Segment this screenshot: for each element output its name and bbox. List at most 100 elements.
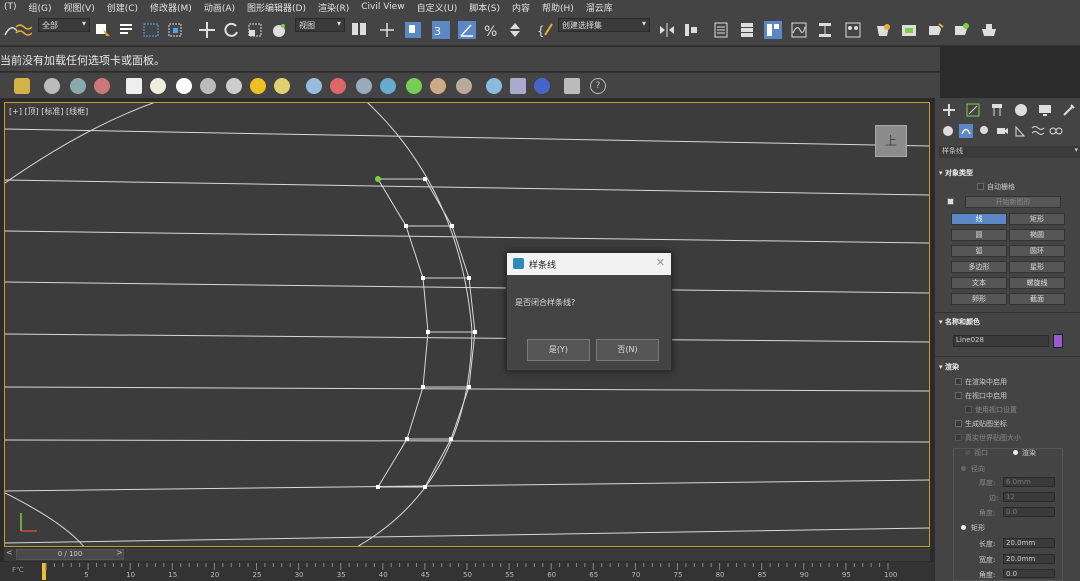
toggle-ribbon-icon[interactable] bbox=[738, 21, 756, 39]
rotate-icon[interactable] bbox=[222, 21, 240, 39]
circle-button[interactable]: 圆 bbox=[951, 229, 1007, 241]
hierarchy-tab-icon[interactable] bbox=[989, 102, 1005, 118]
pivot-center-icon[interactable] bbox=[350, 21, 368, 39]
place-icon[interactable] bbox=[270, 21, 288, 39]
spinner-snap-icon[interactable] bbox=[506, 21, 524, 39]
schematic-view-icon[interactable] bbox=[816, 21, 834, 39]
star-button[interactable]: 星形 bbox=[1009, 261, 1065, 273]
help-icon[interactable]: ? bbox=[590, 78, 606, 94]
select-manipulate-icon[interactable] bbox=[378, 21, 396, 39]
autodesk-a360-icon[interactable] bbox=[980, 21, 998, 39]
object-type-rollout[interactable]: ▾ 对象类型 bbox=[939, 168, 973, 178]
viewport-label-menu[interactable]: [+] [顶] [标准] [线框] bbox=[9, 106, 88, 117]
render-radio[interactable] bbox=[1013, 450, 1018, 455]
scale-icon[interactable] bbox=[246, 21, 264, 39]
scene-explorer-icon[interactable] bbox=[764, 21, 782, 39]
rectangular-radio[interactable] bbox=[961, 525, 966, 530]
bind-spacewarp-icon[interactable] bbox=[14, 21, 33, 39]
menu-item[interactable]: 自定义(U) bbox=[413, 1, 466, 14]
percent-snap-icon[interactable]: % bbox=[482, 21, 500, 40]
edit-named-selection-icon[interactable]: { bbox=[536, 21, 554, 39]
line-button[interactable]: 线 bbox=[951, 213, 1007, 225]
track-bar[interactable]: F℃ 5 10 15 20 25 30 35 40 45 50 55 60 65 70 75 80 85 90 95… bbox=[0, 562, 940, 581]
modify-tab-icon[interactable] bbox=[965, 102, 981, 118]
geometry-icon[interactable] bbox=[941, 124, 955, 138]
menu-item[interactable]: 脚本(S) bbox=[465, 1, 508, 14]
enable-in-viewport-checkbox[interactable] bbox=[955, 392, 962, 399]
menu-item[interactable]: (T) bbox=[0, 2, 25, 12]
mirror-icon[interactable] bbox=[658, 21, 676, 39]
length-input[interactable]: 20.0mm bbox=[1003, 538, 1055, 548]
lights-cp-icon[interactable] bbox=[977, 124, 991, 138]
menu-item[interactable]: 修改器(M) bbox=[146, 1, 200, 14]
ellipse-button[interactable]: 椭圆 bbox=[1009, 229, 1065, 241]
sphere-icon[interactable] bbox=[176, 78, 192, 94]
snap-3d-icon[interactable]: 3 bbox=[432, 21, 450, 39]
particles-icon[interactable] bbox=[306, 78, 322, 94]
menu-item[interactable]: 溜云库 bbox=[582, 1, 621, 14]
menu-item[interactable]: 内容 bbox=[508, 1, 538, 14]
time-slider[interactable]: 0 / 100 bbox=[16, 549, 124, 560]
real-world-size-checkbox[interactable] bbox=[955, 434, 962, 441]
next-frame-icon[interactable]: > bbox=[116, 548, 123, 557]
start-new-shape-checkbox[interactable] bbox=[947, 198, 954, 205]
object-color-swatch[interactable] bbox=[1053, 334, 1063, 348]
align-icon[interactable] bbox=[682, 21, 700, 39]
top-viewport[interactable]: [+] [顶] [标准] [线框] 上 bbox=[4, 102, 930, 547]
plane-icon[interactable] bbox=[126, 78, 142, 94]
menu-item[interactable]: 视图(V) bbox=[60, 1, 103, 14]
display-tab-icon[interactable] bbox=[1037, 102, 1053, 118]
start-new-shape-button[interactable]: 开始新图形 bbox=[965, 196, 1061, 208]
text-button[interactable]: 文本 bbox=[951, 277, 1007, 289]
cylinder-icon[interactable] bbox=[200, 78, 216, 94]
ngon-button[interactable]: 多边形 bbox=[951, 261, 1007, 273]
viewport-radio[interactable] bbox=[965, 450, 970, 455]
dynamics-icon[interactable] bbox=[330, 78, 346, 94]
keyboard-shortcut-icon[interactable] bbox=[404, 21, 422, 39]
fluid-icon[interactable] bbox=[380, 78, 396, 94]
spacewarps-cp-icon[interactable] bbox=[1031, 124, 1045, 138]
time-slider-track[interactable]: < 0 / 100 > bbox=[4, 548, 930, 561]
use-viewport-settings-checkbox[interactable] bbox=[965, 406, 972, 413]
lights-icon[interactable] bbox=[44, 78, 60, 94]
systems-cp-icon[interactable] bbox=[1049, 124, 1063, 138]
menu-item[interactable]: 动画(A) bbox=[200, 1, 243, 14]
shape-category-dropdown[interactable]: 样条线 ▾ bbox=[939, 146, 1080, 158]
viewcube[interactable]: 上 bbox=[875, 125, 907, 157]
container-icon[interactable] bbox=[14, 78, 30, 94]
angle-snap-icon[interactable] bbox=[458, 21, 476, 39]
rendered-frame-icon[interactable] bbox=[900, 21, 918, 39]
proxy-icon[interactable] bbox=[456, 78, 472, 94]
menu-item[interactable]: Civil View bbox=[357, 2, 412, 12]
generate-mapping-checkbox[interactable] bbox=[955, 420, 962, 427]
material-editor-icon[interactable] bbox=[844, 21, 862, 39]
rect-selection-icon[interactable] bbox=[142, 21, 160, 39]
cameras-icon[interactable] bbox=[70, 78, 86, 94]
helpers-icon[interactable] bbox=[94, 78, 110, 94]
render-production-icon[interactable] bbox=[926, 21, 944, 39]
skylight-icon[interactable] bbox=[274, 78, 290, 94]
utilities-tab-icon[interactable] bbox=[1061, 102, 1077, 118]
donut-button[interactable]: 圆环 bbox=[1009, 245, 1065, 257]
menu-item[interactable]: 组(G) bbox=[25, 1, 60, 14]
selection-filter-dropdown[interactable]: 全部 ▾ bbox=[38, 18, 90, 32]
menu-item[interactable]: 图形编辑器(D) bbox=[243, 1, 314, 14]
radial-radio[interactable] bbox=[961, 466, 966, 471]
material-sphere-icon[interactable] bbox=[486, 78, 502, 94]
cone-icon[interactable] bbox=[226, 78, 242, 94]
yes-button[interactable]: 是(Y) bbox=[527, 339, 590, 361]
menu-item[interactable]: 创建(C) bbox=[103, 1, 146, 14]
arc-button[interactable]: 弧 bbox=[951, 245, 1007, 257]
file-icon[interactable] bbox=[564, 78, 580, 94]
sun-icon[interactable] bbox=[250, 78, 266, 94]
angle2-input[interactable]: 0.0 bbox=[1003, 569, 1055, 578]
render-setup-icon[interactable] bbox=[874, 21, 892, 39]
reference-coord-dropdown[interactable]: 视图 ▾ bbox=[295, 18, 345, 32]
fur-icon[interactable] bbox=[430, 78, 446, 94]
select-by-name-icon[interactable] bbox=[118, 21, 136, 39]
rectangle-button[interactable]: 矩形 bbox=[1009, 213, 1065, 225]
render-element-icon[interactable] bbox=[534, 78, 550, 94]
window-crossing-icon[interactable] bbox=[166, 21, 184, 39]
shapes-icon[interactable] bbox=[959, 124, 973, 138]
sides-input[interactable]: 12 bbox=[1003, 492, 1055, 502]
